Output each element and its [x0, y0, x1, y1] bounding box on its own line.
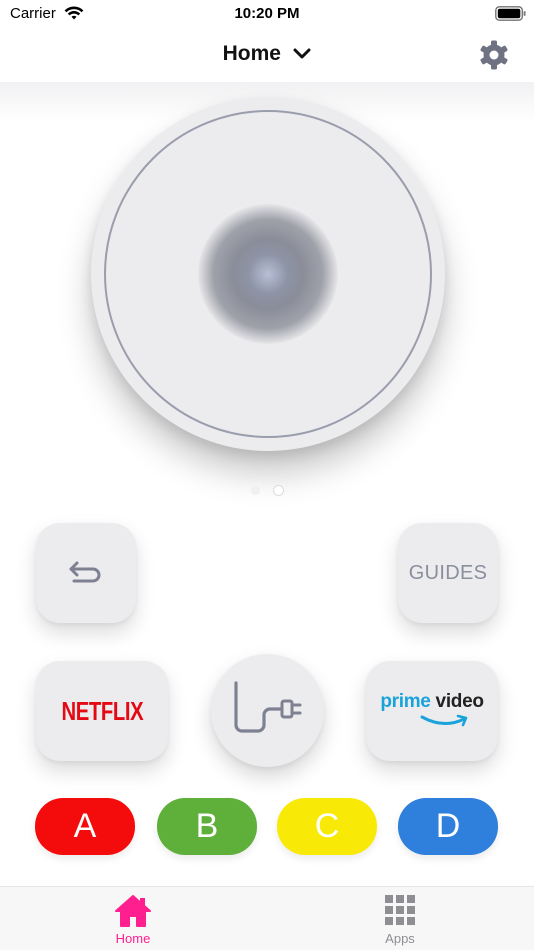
smile-arrow-icon — [420, 714, 468, 727]
button-d-label: D — [435, 807, 461, 845]
button-a[interactable]: A — [35, 798, 135, 855]
return-arrow-icon — [69, 561, 101, 583]
tab-home-label: Home — [115, 931, 151, 946]
battery-icon — [495, 6, 526, 21]
button-c-label: C — [314, 807, 340, 845]
back-button[interactable] — [36, 523, 136, 623]
button-b[interactable]: B — [157, 798, 257, 855]
button-d[interactable]: D — [398, 798, 498, 855]
page-dot-1[interactable] — [251, 486, 260, 495]
input-source-button[interactable] — [211, 654, 324, 767]
guides-button[interactable]: GUIDES — [398, 523, 498, 623]
status-bar: Carrier 10:20 PM — [0, 0, 534, 30]
tab-home[interactable]: Home — [83, 893, 183, 949]
netflix-logo: NETFLIX — [61, 695, 143, 726]
page-dot-2-active[interactable] — [274, 486, 283, 495]
tab-apps[interactable]: Apps — [350, 893, 450, 949]
button-c[interactable]: C — [277, 798, 377, 855]
tab-apps-label: Apps — [385, 931, 415, 946]
guides-label: GUIDES — [408, 561, 488, 584]
device-selector[interactable]: Home — [0, 42, 534, 66]
button-a-label: A — [73, 807, 97, 845]
cable-plug-icon — [233, 680, 301, 733]
touchpad[interactable] — [91, 97, 445, 451]
page-indicator[interactable] — [248, 486, 288, 496]
gear-icon[interactable] — [478, 39, 510, 71]
prime-video-button[interactable]: prime video — [366, 661, 498, 761]
netflix-button[interactable]: NETFLIX — [36, 661, 168, 761]
page-title: Home — [222, 42, 281, 65]
prime-word: prime — [380, 691, 431, 712]
grid-icon — [385, 895, 415, 925]
chevron-down-icon — [293, 48, 311, 59]
button-b-label: B — [195, 807, 219, 845]
touchpad-center-glow — [198, 204, 338, 344]
clock: 10:20 PM — [234, 5, 300, 22]
house-icon — [115, 895, 151, 927]
tab-bar: Home Apps — [0, 886, 534, 950]
video-word: video — [435, 691, 484, 712]
header: Home — [0, 30, 534, 82]
prime-video-logo: prime video — [378, 691, 486, 731]
